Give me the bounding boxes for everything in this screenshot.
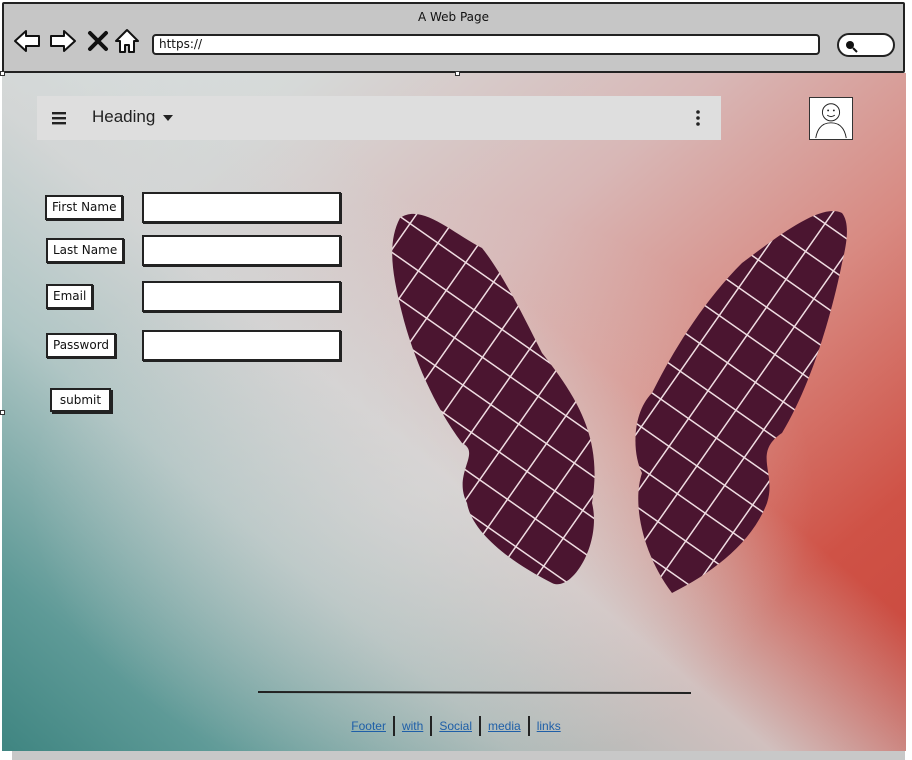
app-bar: Heading [37, 96, 721, 140]
email-label: Email [46, 284, 94, 309]
email-field[interactable] [142, 281, 341, 312]
resize-handle[interactable] [455, 71, 460, 76]
submit-button[interactable]: submit [50, 388, 111, 412]
password-field[interactable] [142, 330, 341, 361]
search-field[interactable] [837, 33, 895, 57]
last-name-label: Last Name [46, 238, 125, 263]
first-name-field[interactable] [142, 192, 341, 223]
footer-separator [430, 716, 433, 736]
footer-separator [392, 716, 395, 736]
password-label: Password [46, 333, 117, 358]
address-bar[interactable]: https:// [152, 34, 820, 55]
user-avatar-icon[interactable] [809, 97, 853, 140]
last-name-field[interactable] [142, 235, 341, 266]
home-icon[interactable] [112, 26, 142, 56]
search-icon [846, 41, 858, 53]
forward-arrow-icon[interactable] [48, 26, 78, 56]
browser-chrome: A Web Page https:// [2, 2, 905, 73]
caret-down-icon[interactable] [163, 114, 173, 122]
close-icon[interactable] [86, 26, 110, 56]
butterfly-wings-image [392, 211, 847, 593]
resize-handle[interactable] [0, 410, 5, 415]
footer-separator [479, 716, 481, 736]
back-arrow-icon[interactable] [12, 26, 42, 56]
footer-separator [527, 716, 530, 736]
kebab-icon[interactable] [695, 110, 701, 126]
footer-links: Footer with Social media links [2, 716, 906, 736]
resize-handle[interactable] [0, 71, 5, 76]
window-title: A Web Page [417, 10, 490, 24]
footer-divider [258, 691, 691, 694]
footer-link[interactable]: Social [439, 719, 472, 733]
footer-link[interactable]: media [488, 719, 521, 733]
footer-link[interactable]: links [537, 719, 561, 733]
first-name-label: First Name [45, 195, 124, 220]
app-heading[interactable]: Heading [92, 107, 155, 127]
hamburger-icon[interactable] [51, 110, 67, 126]
footer-link[interactable]: Footer [351, 719, 386, 733]
horizontal-scrollbar[interactable] [12, 751, 905, 760]
footer-link[interactable]: with [402, 719, 423, 733]
page-canvas: Heading First Name Last Name Email Passw… [2, 73, 906, 751]
